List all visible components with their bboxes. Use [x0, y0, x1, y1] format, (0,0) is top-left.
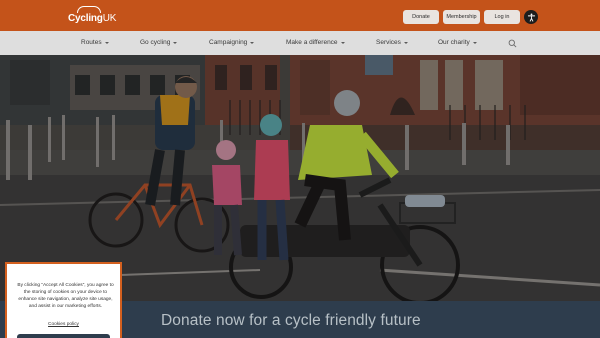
logo-arc-icon [77, 6, 101, 13]
accessibility-icon[interactable] [524, 10, 538, 24]
cookies-policy-link[interactable]: Cookies policy [7, 322, 120, 327]
chevron-down-icon [104, 41, 109, 44]
logo-text: CyclingUK [68, 13, 117, 24]
membership-button[interactable]: Membership [443, 10, 480, 24]
chevron-down-icon [403, 41, 408, 44]
nav-item-routes[interactable]: Routes [81, 39, 109, 46]
donate-button[interactable]: Donate [403, 10, 439, 24]
cookie-message: By clicking “Accept All Cookies”, you ag… [17, 283, 114, 309]
login-button[interactable]: Log in [484, 10, 520, 24]
search-icon[interactable] [508, 39, 517, 48]
nav-item-services[interactable]: Services [376, 39, 408, 46]
top-bar: CyclingUK Donate Membership Log in [0, 0, 600, 31]
chevron-down-icon [472, 41, 477, 44]
main-nav: Routes Go cycling Campaigning Make a dif… [0, 31, 600, 55]
nav-item-our-charity[interactable]: Our charity [438, 39, 477, 46]
chevron-down-icon [340, 41, 345, 44]
chevron-down-icon [173, 41, 178, 44]
nav-item-make-a-difference[interactable]: Make a difference [286, 39, 345, 46]
donate-heading: Donate now for a cycle friendly future [161, 312, 421, 329]
cycling-uk-logo[interactable]: CyclingUK [66, 6, 118, 26]
chevron-down-icon [250, 41, 255, 44]
cookie-consent-banner: By clicking “Accept All Cookies”, you ag… [5, 262, 122, 338]
nav-item-go-cycling[interactable]: Go cycling [140, 39, 178, 46]
nav-item-campaigning[interactable]: Campaigning [209, 39, 255, 46]
accept-all-cookies-button[interactable] [17, 334, 110, 338]
